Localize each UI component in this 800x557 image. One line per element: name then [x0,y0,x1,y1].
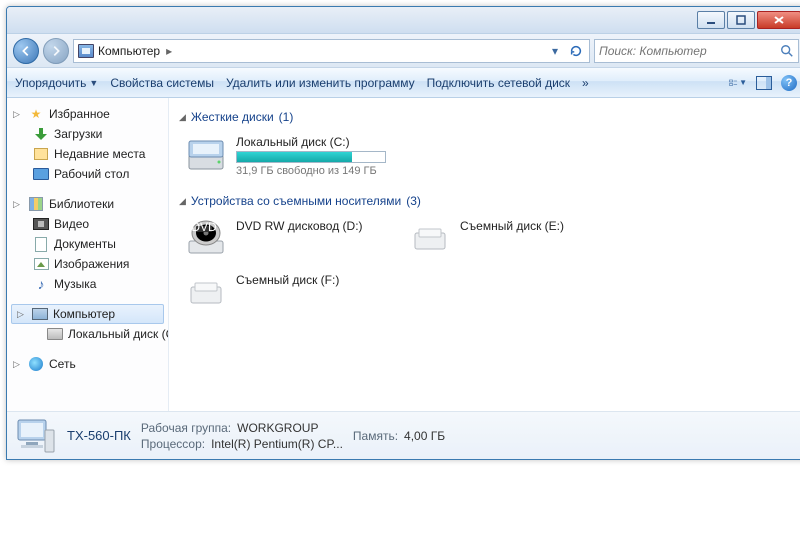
label-cpu: Процессор: [141,437,205,451]
preview-pane-button[interactable] [755,74,773,92]
nav-bar: Компьютер ▸ ▾ [7,34,800,68]
group-header-hdd[interactable]: ◢ Жесткие диски (1) [179,110,795,124]
refresh-button[interactable] [567,42,585,60]
drive-removable-f[interactable]: Съемный диск (F:) [183,270,393,316]
dvd-drive-icon: DVD [186,219,226,259]
star-icon: ★ [28,106,44,122]
video-icon [33,218,49,230]
tree-head-libraries[interactable]: ▷ Библиотеки [11,194,164,214]
content-pane: ◢ Жесткие диски (1) Локальный диск (C:) … [169,98,800,411]
value-cpu: Intel(R) Pentium(R) CP... [211,437,343,451]
music-icon: ♪ [33,276,49,292]
toolbar-overflow-button[interactable]: » [582,76,589,90]
search-input[interactable] [599,44,780,58]
tree-item-videos[interactable]: Видео [11,214,164,234]
breadcrumb-separator-icon[interactable]: ▸ [164,44,174,58]
computer-icon [32,308,48,320]
maximize-button[interactable] [727,11,755,29]
document-icon [35,237,47,252]
forward-button[interactable] [43,38,69,64]
details-pane: ТХ-560-ПК Рабочая группа: WORKGROUP Проце… [7,411,800,459]
drive-local-c[interactable]: Локальный диск (C:) 31,9 ГБ свободно из … [183,132,393,180]
value-memory: 4,00 ГБ [404,429,445,443]
tree-computer: ▷ Компьютер Локальный диск (C: [11,304,164,344]
download-icon [34,127,48,141]
tree-item-recent[interactable]: Недавние места [11,144,164,164]
computer-icon [78,44,94,58]
network-icon [29,357,43,371]
nav-pane: ▷ ★ Избранное Загрузки Недавние места Ра… [7,98,169,411]
drive-label: Съемный диск (E:) [460,219,564,233]
search-icon [780,44,794,58]
group-removable-items: DVD DVD RW дисковод (D:) Съемный диск (E… [179,216,795,316]
removable-drive-icon [186,273,226,313]
caret-icon: ▷ [17,309,27,320]
tree-head-favorites[interactable]: ▷ ★ Избранное [11,104,164,124]
tree-head-network[interactable]: ▷ Сеть [11,354,164,374]
chevron-down-icon: ▼ [89,78,98,88]
address-bar[interactable]: Компьютер ▸ ▾ [73,39,590,63]
map-network-drive-button[interactable]: Подключить сетевой диск [427,76,570,90]
caret-icon: ▷ [13,109,23,120]
drive-free-space: 31,9 ГБ свободно из 149 ГБ [236,165,386,177]
removable-drive-icon [410,219,450,259]
desktop-icon [33,168,49,180]
tree-item-music[interactable]: ♪Музыка [11,274,164,294]
tree-libraries: ▷ Библиотеки Видео Документы Изображения… [11,194,164,294]
drive-label: DVD RW дисковод (D:) [236,219,363,233]
titlebar[interactable] [7,7,800,34]
tree-item-downloads[interactable]: Загрузки [11,124,164,144]
tree-network: ▷ Сеть [11,354,164,374]
collapse-icon: ◢ [179,196,186,207]
body: ▷ ★ Избранное Загрузки Недавние места Ра… [7,98,800,411]
drive-usage-bar [236,151,386,163]
recent-icon [34,148,48,160]
libraries-icon [29,197,43,211]
close-button[interactable] [757,11,800,29]
view-options-button[interactable]: ▼ [729,74,747,92]
tree-item-desktop[interactable]: Рабочий стол [11,164,164,184]
explorer-window: Компьютер ▸ ▾ Упорядочить▼ Свойства сист… [6,6,800,460]
back-button[interactable] [13,38,39,64]
drive-label: Локальный диск (C:) [236,135,386,149]
hdd-icon [47,328,63,340]
computer-large-icon [15,416,57,456]
address-dropdown-button[interactable]: ▾ [546,42,564,60]
tree-item-local-disk-c[interactable]: Локальный диск (C: [11,324,164,344]
breadcrumb-computer[interactable]: Компьютер [98,44,160,58]
system-properties-button[interactable]: Свойства системы [110,76,214,90]
picture-icon [34,258,49,270]
group-hdd-items: Локальный диск (C:) 31,9 ГБ свободно из … [179,132,795,180]
tree-label: Библиотеки [49,197,114,211]
uninstall-program-button[interactable]: Удалить или изменить программу [226,76,415,90]
hdd-drive-icon [186,135,226,175]
details-computer-name: ТХ-560-ПК [67,428,131,443]
tree-item-documents[interactable]: Документы [11,234,164,254]
tree-item-computer[interactable]: ▷ Компьютер [11,304,164,324]
drive-dvd-d[interactable]: DVD DVD RW дисковод (D:) [183,216,393,262]
organize-menu[interactable]: Упорядочить▼ [15,76,98,90]
caret-icon: ▷ [13,359,23,370]
command-toolbar: Упорядочить▼ Свойства системы Удалить ил… [7,68,800,98]
caret-icon: ▷ [13,199,23,210]
tree-label: Сеть [49,357,76,371]
drive-label: Съемный диск (F:) [236,273,339,287]
tree-item-pictures[interactable]: Изображения [11,254,164,274]
tree-label: Компьютер [53,307,115,321]
help-button[interactable]: ? [781,75,797,91]
value-workgroup: WORKGROUP [237,421,318,435]
search-box[interactable] [594,39,799,63]
label-memory: Память: [353,429,398,443]
label-workgroup: Рабочая группа: [141,421,231,435]
tree-favorites: ▷ ★ Избранное Загрузки Недавние места Ра… [11,104,164,184]
drive-removable-e[interactable]: Съемный диск (E:) [407,216,617,262]
tree-label: Избранное [49,107,110,121]
svg-text:DVD: DVD [191,220,217,234]
group-header-removable[interactable]: ◢ Устройства со съемными носителями (3) [179,194,795,208]
minimize-button[interactable] [697,11,725,29]
collapse-icon: ◢ [179,112,186,123]
